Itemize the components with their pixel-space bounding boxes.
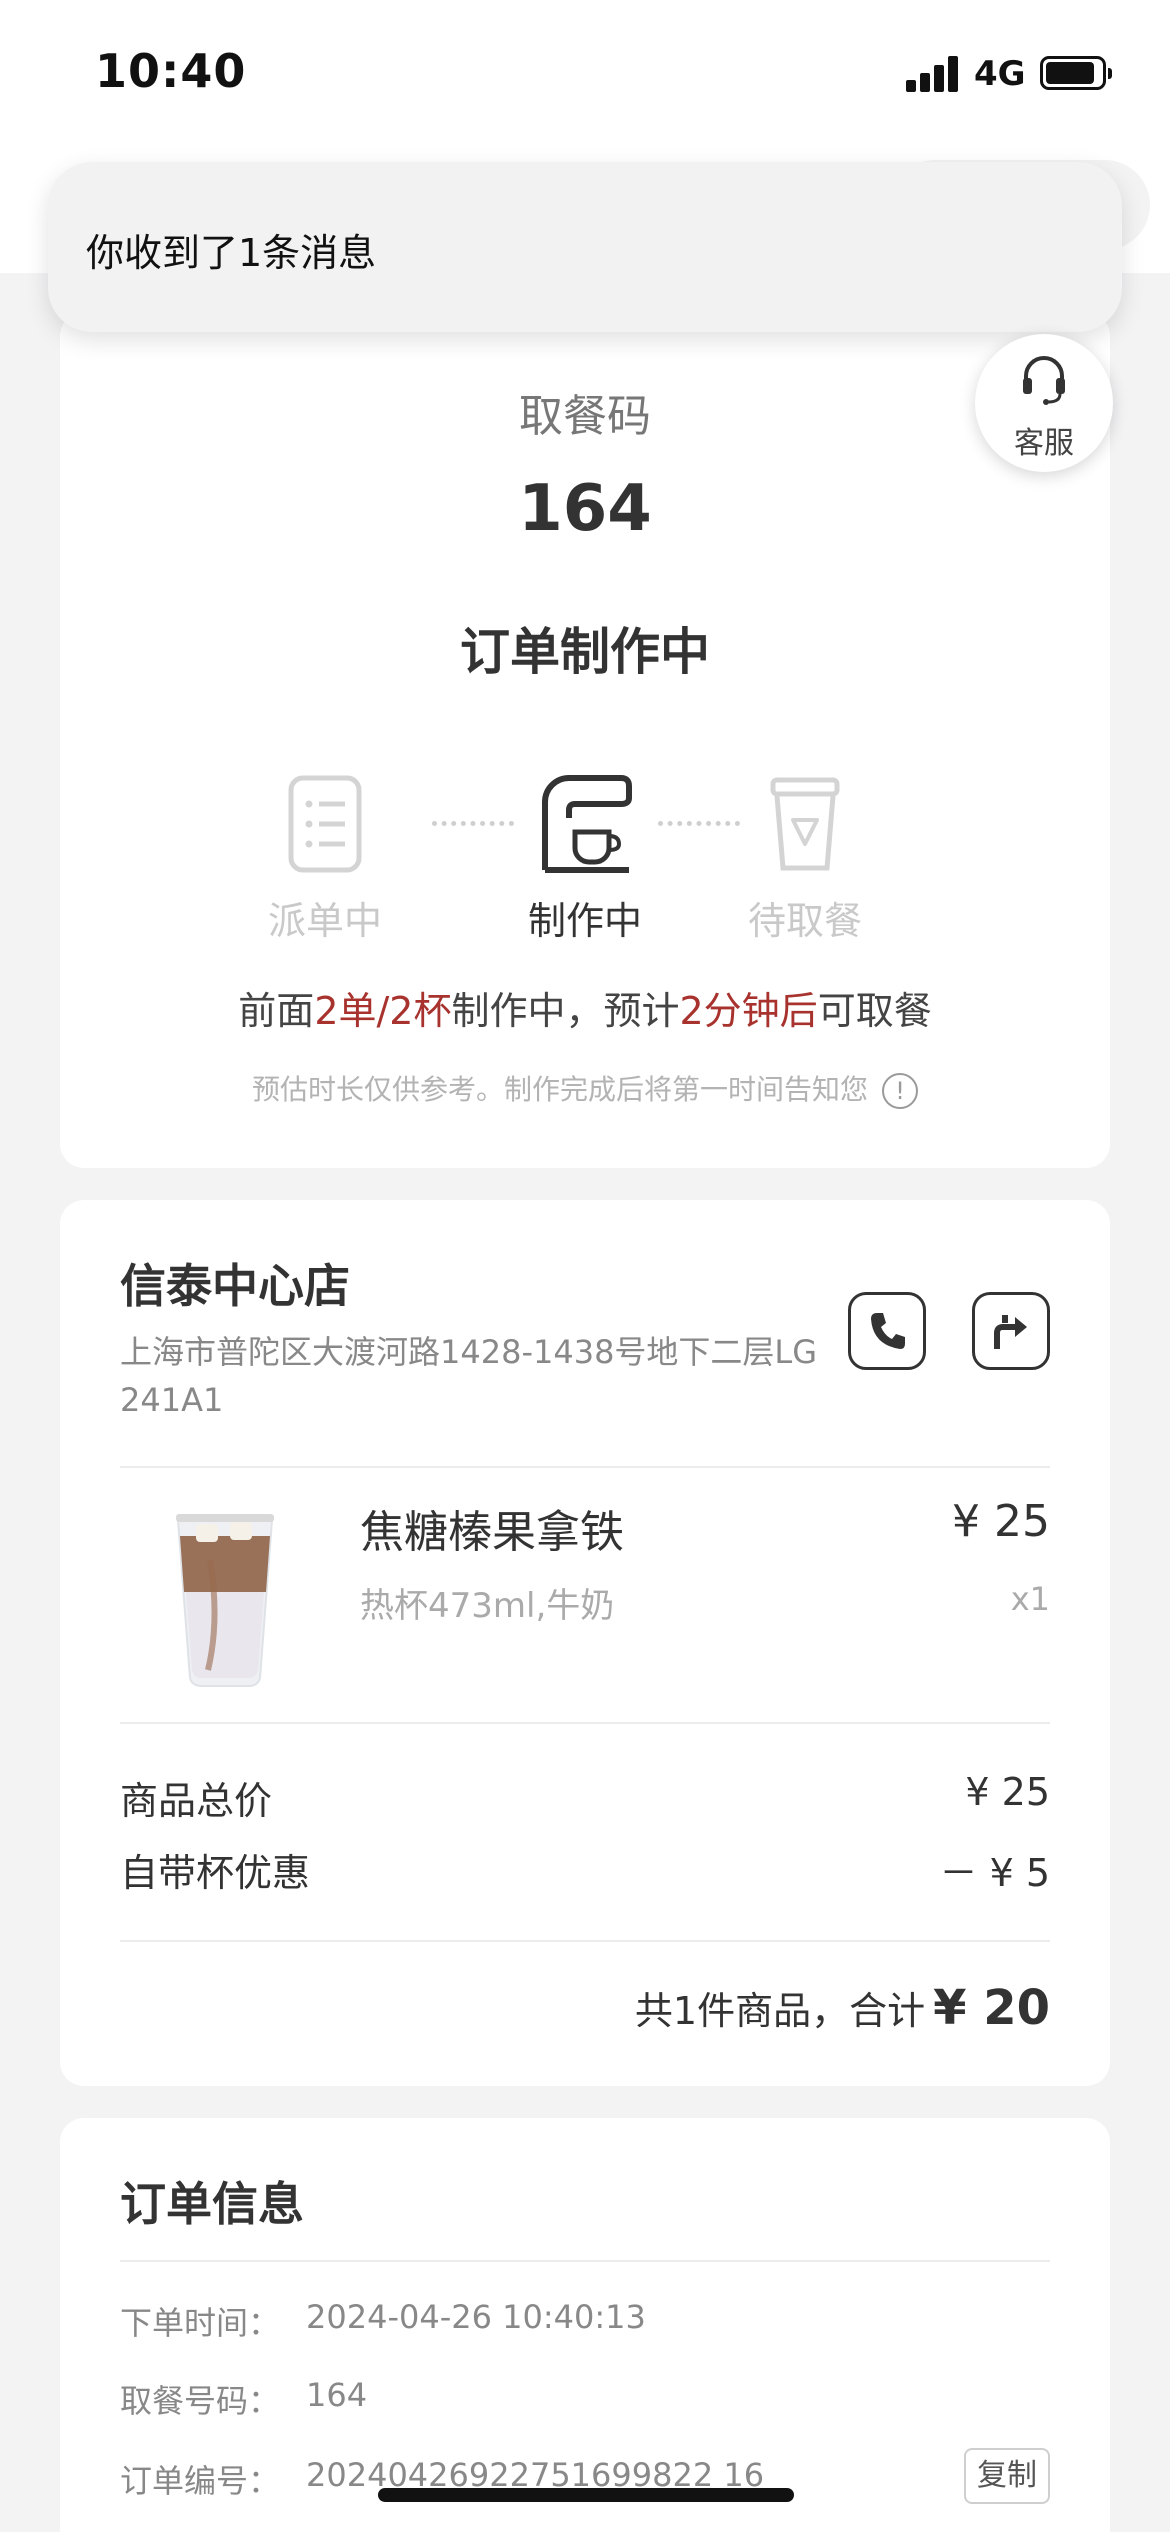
product-image <box>176 1514 274 1687</box>
navigation-icon <box>994 1315 1027 1349</box>
status-bar: 10:40 4G <box>0 0 1170 150</box>
battery-icon <box>1040 56 1112 90</box>
step-label: 制作中 <box>527 899 642 943</box>
network-type: 4G <box>974 54 1026 94</box>
signal-icon <box>906 56 962 92</box>
info-icon[interactable]: ! <box>882 1073 918 1109</box>
order-list-icon <box>288 775 362 873</box>
call-store-button[interactable] <box>848 1292 926 1370</box>
subtotal-value: ¥ 25 <box>965 1770 1050 1814</box>
cup-icon <box>770 777 840 871</box>
status-time: 10:40 <box>95 44 247 98</box>
eta-hint: 预估时长仅供参考。制作完成后将第一时间告知您! <box>60 1068 1110 1109</box>
notification-text: 你收到了1条消息 <box>86 231 377 275</box>
navigate-button[interactable] <box>972 1292 1050 1370</box>
order-status: 订单制作中 <box>460 623 710 681</box>
discount-label: 自带杯优惠 <box>120 1851 311 1895</box>
store-address: 上海市普陀区大渡河路1428-1438号地下二层LG241A1 <box>120 1333 818 1419</box>
eta-time: 2分钟后 <box>679 989 818 1033</box>
divider <box>120 1940 1050 1942</box>
customer-service-button[interactable]: 客服 <box>975 334 1113 472</box>
store-card: 信泰中心店 上海市普陀区大渡河路1428-1438号地下二层LG241A1 焦糖… <box>60 1200 1110 2086</box>
pickup-code: 164 <box>518 472 652 546</box>
product-name: 焦糖榛果拿铁 <box>360 1507 624 1558</box>
home-indicator[interactable] <box>378 2488 794 2502</box>
total-prefix: 共1件商品，合计 <box>634 1989 926 2033</box>
product-spec: 热杯473ml,牛奶 <box>360 1586 615 1626</box>
product-quantity: x1 <box>1010 1580 1050 1618</box>
pickup-code-label: 取餐码 <box>519 391 651 442</box>
order-time-label: 下单时间： <box>120 2304 281 2342</box>
product-price: ¥ 25 <box>952 1496 1050 1547</box>
divider <box>120 1722 1050 1724</box>
divider <box>120 2260 1050 2262</box>
pickup-card: 取餐码 164 订单制作中 派单中 制作中 待取餐 前面2单/2杯制作中，预计2 <box>60 312 1110 1168</box>
divider <box>120 1466 1050 1468</box>
headset-icon <box>1023 356 1065 405</box>
phone-icon <box>871 1313 905 1349</box>
eta-prefix: 前面 <box>238 989 315 1033</box>
step-making: 制作中 <box>490 774 680 945</box>
pickup-number-label: 取餐号码： <box>120 2382 281 2420</box>
notification-banner[interactable]: 你收到了1条消息 <box>48 162 1122 332</box>
copy-order-number-button[interactable]: 复制 <box>964 2448 1050 2504</box>
order-info-card: 订单信息 下单时间： 2024-04-26 10:40:13 取餐号码： 164… <box>60 2118 1110 2532</box>
coffee-machine-icon <box>542 775 632 873</box>
eta-middle: 制作中，预计 <box>451 989 680 1033</box>
eta-suffix: 可取餐 <box>817 989 932 1033</box>
eta-hint-text: 预估时长仅供参考。制作完成后将第一时间告知您 <box>251 1073 868 1106</box>
discount-value: － ¥ 5 <box>939 1851 1050 1895</box>
step-dispatching: 派单中 <box>230 774 420 945</box>
eta-queue: 2单/2杯 <box>314 989 452 1033</box>
total-amount: ¥ 20 <box>933 1980 1050 2036</box>
customer-service-label: 客服 <box>1014 426 1074 461</box>
order-info-title: 订单信息 <box>120 2177 304 2231</box>
order-number-label: 订单编号： <box>120 2462 281 2500</box>
eta-text: 前面2单/2杯制作中，预计2分钟后可取餐 <box>60 980 1110 1035</box>
store-name: 信泰中心店 <box>120 1259 350 1313</box>
pickup-number-value: 164 <box>306 2376 368 2414</box>
step-label: 待取餐 <box>747 899 862 943</box>
order-time-value: 2024-04-26 10:40:13 <box>306 2298 646 2336</box>
step-label: 派单中 <box>267 899 382 943</box>
order-total: 共1件商品，合计 ¥ 20 <box>635 1980 1050 2036</box>
subtotal-label: 商品总价 <box>120 1779 273 1823</box>
step-ready: 待取餐 <box>710 774 900 945</box>
